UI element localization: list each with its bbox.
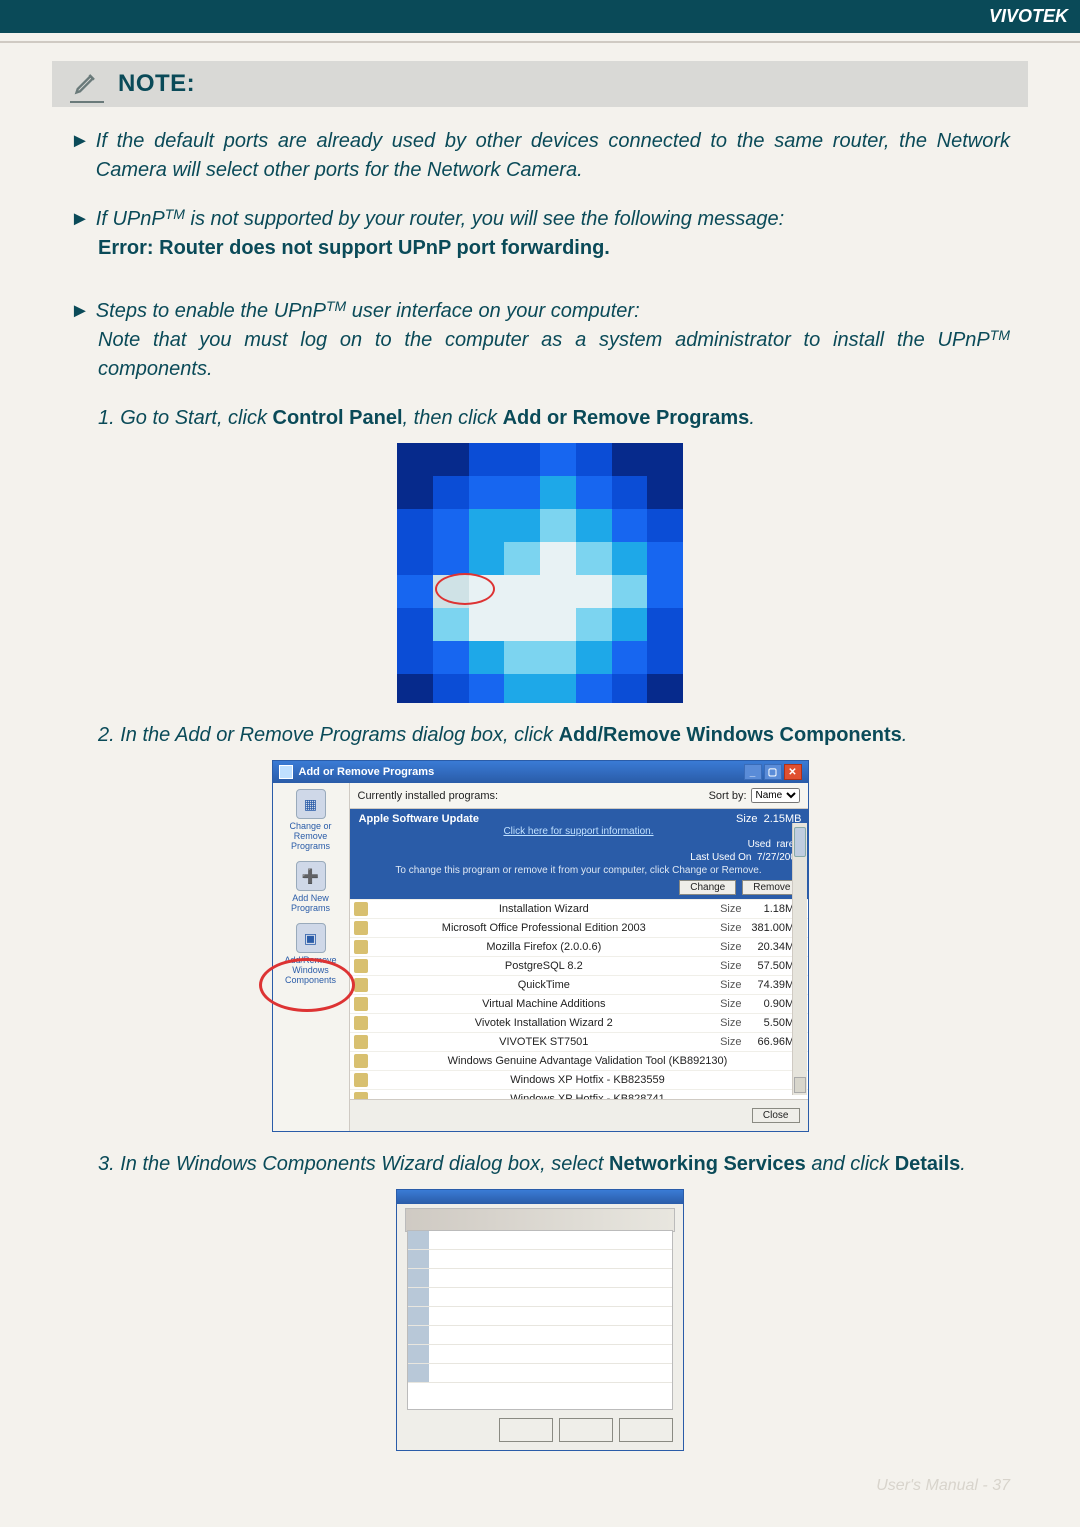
program-name: Vivotek Installation Wizard 2 [374, 1017, 715, 1029]
components-icon: ▣ [296, 923, 326, 953]
next-button[interactable] [559, 1418, 613, 1442]
program-icon [354, 1016, 368, 1030]
support-link[interactable]: Click here for support information. [503, 826, 653, 837]
bullet-arrow-icon: ► [70, 127, 90, 156]
size-label: Size [714, 941, 741, 953]
size-label: Size [714, 922, 741, 934]
screenshot-1 [70, 443, 1010, 703]
step-2: 2. In the Add or Remove Programs dialog … [98, 721, 1010, 750]
program-icon [354, 940, 368, 954]
program-icon [354, 902, 368, 916]
sortby-label: Sort by: [709, 790, 747, 802]
step-1: 1. Go to Start, click Control Panel, the… [98, 404, 1010, 433]
selected-program[interactable]: Apple Software Update Size 2.15MB Click … [350, 809, 808, 899]
program-row[interactable]: QuickTimeSize74.39MB [350, 975, 808, 994]
sidebar: ▦ Change or Remove Programs ➕ Add New Pr… [273, 783, 350, 1131]
cancel-button[interactable] [619, 1418, 673, 1442]
program-row[interactable]: Microsoft Office Professional Edition 20… [350, 918, 808, 937]
window-titlebar[interactable] [397, 1190, 683, 1204]
program-row[interactable]: Windows XP Hotfix - KB823559 [350, 1070, 808, 1089]
installed-programs-label: Currently installed programs: [358, 790, 499, 802]
sidebar-item-add-new[interactable]: ➕ Add New Programs [275, 861, 347, 913]
program-icon [354, 1035, 368, 1049]
app-icon [279, 765, 293, 779]
program-name: Windows XP Hotfix - KB828741 [374, 1093, 802, 1100]
component-list[interactable] [407, 1230, 673, 1410]
bullet-3-text: Steps to enable the UPnPTM user interfac… [96, 297, 1010, 326]
back-button[interactable] [499, 1418, 553, 1442]
note-banner: NOTE: [52, 61, 1028, 107]
sidebar-item-change-remove[interactable]: ▦ Change or Remove Programs [275, 789, 347, 851]
program-row[interactable]: Virtual Machine AdditionsSize0.90MB [350, 994, 808, 1013]
size-label: Size [714, 998, 741, 1010]
maximize-button[interactable]: ▢ [764, 764, 782, 780]
screenshot-2: Add or Remove Programs _ ▢ ✕ ▦ Change or… [70, 760, 1010, 1132]
program-icon [354, 921, 368, 935]
bullet-arrow-icon: ► [70, 205, 90, 234]
red-highlight-icon [435, 573, 495, 605]
program-row[interactable]: PostgreSQL 8.2Size57.50MB [350, 956, 808, 975]
program-name: Virtual Machine Additions [374, 998, 715, 1010]
scrollbar-thumb[interactable] [794, 827, 806, 857]
program-row[interactable]: VIVOTEK ST7501Size66.96MB [350, 1032, 808, 1051]
size-label: Size [714, 1017, 741, 1029]
bullet-2-error: Error: Router does not support UPnP port… [98, 234, 1010, 263]
size-label: Size [714, 1036, 741, 1048]
step-3: 3. In the Windows Components Wizard dial… [98, 1150, 1010, 1179]
add-icon: ➕ [296, 861, 326, 891]
bullet-2-text: If UPnPTM is not supported by your route… [96, 205, 1010, 234]
program-icon [354, 1073, 368, 1087]
program-icon [354, 959, 368, 973]
program-icon [354, 997, 368, 1011]
program-icon [354, 1054, 368, 1068]
program-row[interactable]: Mozilla Firefox (2.0.0.6)Size20.34MB [350, 937, 808, 956]
program-list: Apple Software Update Size 2.15MB Click … [350, 809, 808, 1100]
program-row[interactable]: Vivotek Installation Wizard 2Size5.50MB [350, 1013, 808, 1032]
program-row[interactable]: Installation WizardSize1.18MB [350, 899, 808, 918]
program-name: VIVOTEK ST7501 [374, 1036, 715, 1048]
close-dialog-button[interactable]: Close [752, 1108, 800, 1123]
scroll-down-icon[interactable] [794, 1077, 806, 1093]
program-row[interactable]: Windows Genuine Advantage Validation Too… [350, 1051, 808, 1070]
screenshot-3 [70, 1189, 1010, 1451]
sortby-select[interactable]: Name [751, 788, 800, 803]
page-footer: User's Manual - 37 [876, 1477, 1010, 1495]
program-icon [354, 978, 368, 992]
program-name: Microsoft Office Professional Edition 20… [374, 922, 715, 934]
size-label: Size [714, 979, 741, 991]
program-name: Windows XP Hotfix - KB823559 [374, 1074, 802, 1086]
program-name: QuickTime [374, 979, 715, 991]
program-name: Installation Wizard [374, 903, 715, 915]
program-name: Mozilla Firefox (2.0.0.6) [374, 941, 715, 953]
size-label: Size [714, 903, 741, 915]
close-button[interactable]: ✕ [784, 764, 802, 780]
window-titlebar[interactable]: Add or Remove Programs _ ▢ ✕ [273, 761, 808, 783]
minimize-button[interactable]: _ [744, 764, 762, 780]
brand-header: VIVOTEK [0, 0, 1080, 33]
box-icon: ▦ [296, 789, 326, 819]
change-remove-hint: To change this program or remove it from… [356, 865, 802, 876]
divider [0, 41, 1080, 43]
program-row[interactable]: Windows XP Hotfix - KB828741 [350, 1089, 808, 1100]
scrollbar[interactable] [792, 823, 807, 1095]
pencil-icon [70, 65, 104, 99]
note-label: NOTE: [118, 70, 195, 98]
bullet-arrow-icon: ► [70, 297, 90, 326]
red-highlight-icon [259, 958, 355, 1012]
size-label: Size [714, 960, 741, 972]
bullet-3-note: Note that you must log on to the compute… [98, 326, 1010, 384]
program-icon [354, 1092, 368, 1100]
bullet-1-text: If the default ports are already used by… [96, 127, 1010, 185]
program-name: PostgreSQL 8.2 [374, 960, 715, 972]
change-button[interactable]: Change [679, 880, 736, 895]
window-title: Add or Remove Programs [299, 766, 435, 778]
program-name: Windows Genuine Advantage Validation Too… [374, 1055, 802, 1067]
